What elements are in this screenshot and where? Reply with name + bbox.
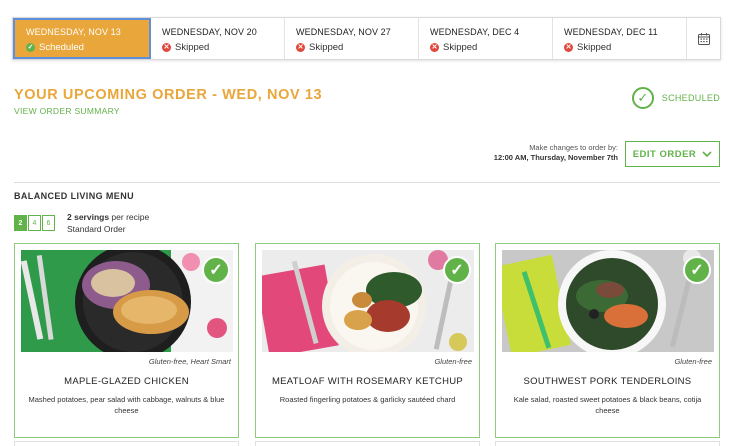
skip-x-icon: ✕: [162, 43, 171, 52]
week-tab-nov-20[interactable]: WEDNESDAY, NOV 20 ✕ Skipped: [151, 18, 285, 59]
next-recipe-card-edge: [255, 441, 480, 446]
check-circle-icon: ✓: [631, 87, 654, 109]
recipe-tags: Gluten-free: [434, 357, 472, 366]
recipe-tags: Gluten-free, Heart Smart: [148, 357, 231, 366]
selected-check-icon: ✓: [443, 256, 471, 284]
recipe-card[interactable]: ✓ Gluten-free, Heart Smart MAPLE-GLAZED …: [14, 243, 239, 438]
change-deadline: Make changes to order by: 12:00 AM, Thur…: [494, 143, 618, 163]
recipe-name: MAPLE-GLAZED CHICKEN: [64, 376, 189, 387]
recipe-card[interactable]: ✓ Gluten-free SOUTHWEST PORK TENDERLOINS…: [495, 243, 720, 438]
calendar-icon: [697, 32, 710, 45]
recipe-description: Mashed potatoes, pear salad with cabbage…: [28, 395, 225, 416]
change-deadline-label: Make changes to order by:: [529, 143, 618, 152]
week-date: WEDNESDAY, NOV 27: [296, 27, 391, 37]
order-type: Standard Order: [67, 223, 126, 234]
skip-x-icon: ✕: [430, 43, 439, 52]
servings-suffix: per recipe: [109, 212, 150, 222]
selected-check-icon: ✓: [202, 256, 230, 284]
edit-order-label: EDIT ORDER: [632, 148, 697, 160]
week-tab-nov-27[interactable]: WEDNESDAY, NOV 27 ✕ Skipped: [285, 18, 419, 59]
delivery-week-selector: WEDNESDAY, NOV 13 ✓ Scheduled WEDNESDAY, …: [12, 17, 721, 60]
recipe-photo: [502, 250, 714, 352]
recipe-tags: Gluten-free: [674, 357, 712, 366]
week-status: Scheduled: [39, 42, 84, 53]
week-status: Skipped: [309, 42, 344, 53]
menu-title: BALANCED LIVING MENU: [14, 191, 134, 201]
week-date: WEDNESDAY, DEC 4: [430, 27, 520, 37]
recipe-name: MEATLOAF WITH ROSEMARY KETCHUP: [271, 376, 464, 387]
divider: [14, 182, 720, 183]
servings-option-4[interactable]: 4: [28, 215, 41, 231]
next-recipe-card-edge: [14, 441, 239, 446]
recipe-description: Roasted fingerling potatoes & garlicky s…: [279, 395, 456, 404]
recipe-photo: [262, 250, 474, 352]
week-date: WEDNESDAY, DEC 11: [564, 27, 658, 37]
week-tab-nov-13[interactable]: WEDNESDAY, NOV 13 ✓ Scheduled: [13, 18, 151, 59]
order-status: ✓ SCHEDULED: [631, 87, 720, 109]
upcoming-order-title: YOUR UPCOMING ORDER - WED, NOV 13: [14, 87, 323, 103]
week-tab-dec-4[interactable]: WEDNESDAY, DEC 4 ✕ Skipped: [419, 18, 553, 59]
week-status: Skipped: [577, 42, 612, 53]
skip-x-icon: ✕: [296, 43, 305, 52]
week-status: Skipped: [175, 42, 210, 53]
week-date: WEDNESDAY, NOV 13: [26, 27, 121, 37]
servings-selector: 2 4 6: [14, 215, 56, 231]
servings-count: 2 servings: [67, 212, 110, 222]
recipe-card[interactable]: ✓ Gluten-free MEATLOAF WITH ROSEMARY KET…: [255, 243, 480, 438]
servings-info: 2 servings per recipe Standard Order: [67, 212, 149, 236]
servings-option-2[interactable]: 2: [14, 215, 27, 231]
order-status-label: SCHEDULED: [661, 93, 720, 103]
next-recipe-card-edge: [495, 441, 720, 446]
calendar-button[interactable]: [687, 18, 720, 59]
check-circle-icon: ✓: [26, 43, 35, 52]
week-status: Skipped: [443, 42, 478, 53]
edit-order-button[interactable]: EDIT ORDER: [625, 141, 720, 167]
chevron-down-icon: [702, 150, 712, 157]
recipe-description: Kale salad, roasted sweet potatoes & bla…: [513, 395, 702, 416]
recipe-photo: [21, 250, 233, 352]
skip-x-icon: ✕: [564, 43, 573, 52]
week-tab-dec-11[interactable]: WEDNESDAY, DEC 11 ✕ Skipped: [553, 18, 687, 59]
recipe-name: SOUTHWEST PORK TENDERLOINS: [523, 376, 692, 387]
selected-check-icon: ✓: [683, 256, 711, 284]
view-order-summary-link[interactable]: VIEW ORDER SUMMARY: [14, 106, 120, 116]
servings-option-6[interactable]: 6: [42, 215, 55, 231]
week-date: WEDNESDAY, NOV 20: [162, 27, 257, 37]
change-deadline-time: 12:00 AM, Thursday, November 7th: [493, 152, 618, 162]
